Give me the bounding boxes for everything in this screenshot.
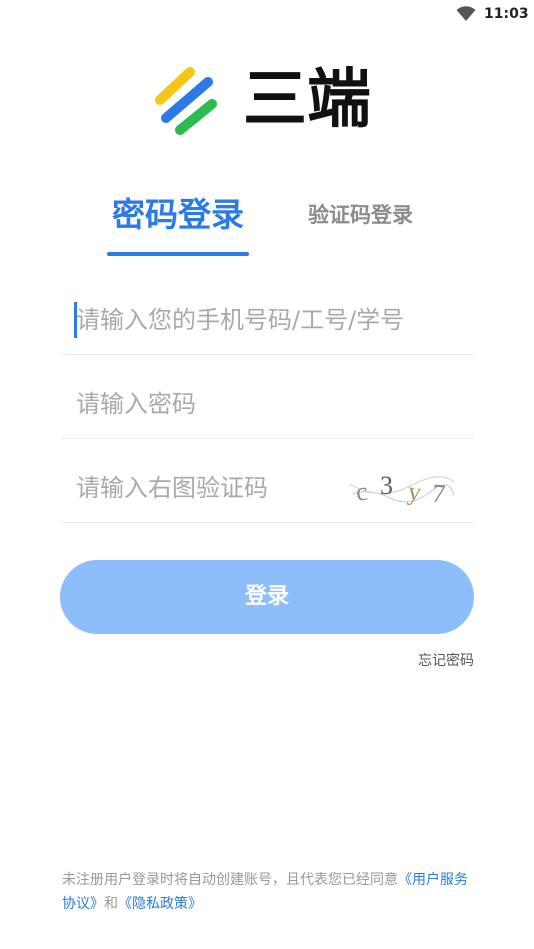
password-field xyxy=(60,374,474,439)
captcha-char-3: y xyxy=(406,476,423,507)
tab-code-login[interactable]: 验证码登录 xyxy=(308,199,413,231)
password-input[interactable] xyxy=(76,374,466,434)
tab-password-login[interactable]: 密码登录 xyxy=(107,192,249,238)
agreement-notice: 未注册用户登录时将自动创建账号，且代表您已经同意《用户服务协议》和《隐私政策》 xyxy=(62,868,472,916)
captcha-input[interactable] xyxy=(76,458,336,518)
logo-icon xyxy=(155,67,217,135)
forgot-password-link[interactable]: 忘记密码 xyxy=(418,650,474,672)
active-tab-indicator xyxy=(107,252,249,256)
wifi-icon xyxy=(456,6,476,21)
captcha-image[interactable]: c 3 y 7 xyxy=(350,468,454,508)
app-logo-text: 三端 xyxy=(243,63,371,137)
status-bar: 11:03 xyxy=(0,0,534,30)
captcha-char-1: c xyxy=(354,477,369,507)
privacy-policy-link[interactable]: 《隐私政策》 xyxy=(118,896,202,912)
captcha-char-4: 7 xyxy=(431,478,447,508)
agreement-text: 未注册用户登录时将自动创建账号，且代表您已经同意 xyxy=(62,872,398,888)
captcha-char-2: 3 xyxy=(380,471,393,500)
login-button[interactable]: 登录 xyxy=(60,560,474,634)
status-time: 11:03 xyxy=(484,6,529,22)
phone-input[interactable] xyxy=(76,290,466,350)
captcha-field: c 3 y 7 xyxy=(60,458,474,523)
phone-field xyxy=(60,290,474,355)
agreement-and: 和 xyxy=(104,896,118,912)
